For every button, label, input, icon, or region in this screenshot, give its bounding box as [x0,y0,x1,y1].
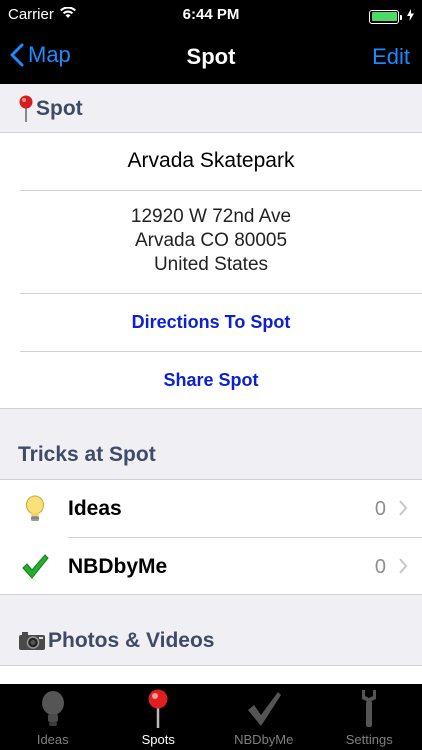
lightbulb-icon [20,494,50,524]
address-line-3: United States [153,254,269,275]
list-item-label: Ideas [68,497,122,520]
status-bar: Carrier 6:44 PM [0,0,422,30]
spot-info-group: Arvada Skatepark 12920 W 72nd Ave Arvada… [0,132,422,409]
wrench-icon [357,688,381,730]
list-item-nbdbyme[interactable]: NBDbyMe 0 [0,538,422,596]
list-item-count: 0 [374,497,386,520]
tab-label: NBDbyMe [234,732,294,747]
camera-icon [19,632,45,650]
directions-button[interactable]: Directions To Spot [0,294,422,351]
status-time: 6:44 PM [182,6,240,23]
page-title: Spot [186,44,236,69]
edit-button[interactable]: Edit [372,44,410,70]
share-label: Share Spot [163,370,259,390]
spot-name: Arvada Skatepark [127,149,295,172]
tab-spots[interactable]: Spots [106,684,212,750]
battery-icon [369,9,402,24]
tab-nbdbyme[interactable]: NBDbyMe [211,684,317,750]
address-line-1: 12920 W 72nd Ave [130,206,292,227]
spot-section-header: Spot [0,86,422,132]
list-item-label: NBDbyMe [68,555,168,578]
tricks-list: Ideas 0 NBDbyMe 0 [0,479,422,595]
list-item-ideas[interactable]: Ideas 0 [0,480,422,538]
tab-bar: Ideas Spots NBDbyMe Settings [0,684,422,750]
share-button[interactable]: Share Spot [0,352,422,409]
pin-icon [19,95,33,122]
checkmark-icon [245,688,283,730]
list-item-count: 0 [374,555,386,578]
spot-address: 12920 W 72nd Ave Arvada CO 80005 United … [0,205,422,277]
lightbulb-icon [40,688,66,730]
media-section-header: Photos & Videos [0,618,422,664]
chevron-right-icon [398,554,408,580]
pin-icon [147,688,169,730]
tab-label: Settings [345,732,393,747]
media-section-title: Photos & Videos [48,629,215,652]
tab-label: Ideas [36,732,69,747]
chevron-right-icon [398,496,408,522]
charging-icon [407,8,414,25]
tab-label: Spots [141,732,175,747]
address-line-2: Arvada CO 80005 [134,230,288,251]
tab-ideas[interactable]: Ideas [0,684,106,750]
navigation-bar: Map Spot Edit [0,30,422,84]
tab-settings[interactable]: Settings [317,684,422,750]
tricks-section-title: Tricks at Spot [18,443,156,466]
tricks-section-header: Tricks at Spot [0,432,422,478]
directions-label: Directions To Spot [131,312,291,332]
checkmark-icon [20,552,50,582]
spot-section-title: Spot [36,97,83,120]
